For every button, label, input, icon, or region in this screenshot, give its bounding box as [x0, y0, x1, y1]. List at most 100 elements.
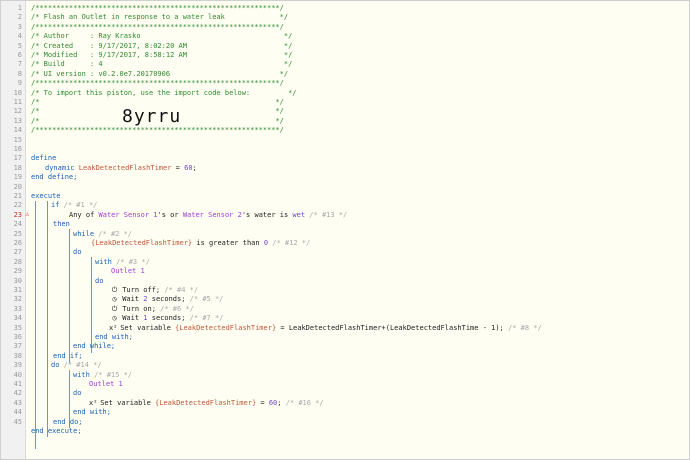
turn-on-command[interactable]: ⏻ Turn on; /* #6 */	[111, 305, 194, 314]
line-number: 45	[13, 417, 22, 426]
while-condition[interactable]: {LeakDetectedFlashTimer} is greater than…	[91, 239, 310, 248]
piston-code-viewer: 1 2 3 4 5 6 7 8 9 10 11 12 13 14 15 16 17 18 19 20 21 22 23 24 2…	[0, 0, 690, 460]
variable-icon: x²	[89, 398, 98, 407]
execute-keyword[interactable]: execute	[31, 192, 61, 201]
line-number: 20	[13, 182, 22, 191]
end-if-keyword[interactable]: end if;	[53, 352, 83, 361]
line-number: 14	[13, 126, 22, 135]
if-condition[interactable]: Any of Water Sensor 1's or Water Sensor …	[69, 211, 347, 220]
line-number: 25	[13, 229, 22, 238]
line-number: 5	[17, 41, 22, 50]
line-number: 3	[17, 22, 22, 31]
do-keyword[interactable]: do	[73, 248, 81, 257]
line-number: 30	[13, 276, 22, 285]
header-border: /***************************************…	[31, 79, 284, 88]
line-number: 29	[13, 267, 22, 276]
line-number: 38	[13, 351, 22, 360]
line-number: 26	[13, 239, 22, 247]
line-number: 13	[13, 116, 22, 125]
line-number: 6	[17, 51, 22, 59]
device-outlet[interactable]: Outlet 1	[89, 380, 123, 389]
line-number: 15	[13, 135, 22, 144]
line-number-gutter: 1 2 3 4 5 6 7 8 9 10 11 12 13 14 15 16 17 18 19 20 21 22 23 24 2…	[1, 1, 26, 459]
line-number: 36	[13, 333, 22, 341]
line-number: 17	[13, 154, 22, 163]
line-number: 19	[13, 173, 22, 182]
clock-icon: ◷	[112, 295, 117, 304]
while-block-bar	[69, 229, 70, 363]
if-statement[interactable]: if /* #1 */	[51, 201, 97, 210]
end-do-keyword[interactable]: end do;	[53, 418, 83, 427]
line-number: 16	[13, 145, 22, 153]
line-number: 21	[13, 192, 22, 200]
clock-icon: ◷	[112, 314, 117, 323]
line-number: 39	[13, 361, 22, 370]
if-block-bar	[47, 201, 48, 371]
end-while-keyword[interactable]: end while;	[73, 342, 115, 351]
header-border: /***************************************…	[31, 126, 284, 135]
end-with-keyword[interactable]: end with;	[73, 408, 111, 417]
wait-command[interactable]: ◷ Wait 1 seconds; /* #7 */	[111, 314, 223, 323]
line-number: 18	[13, 163, 22, 172]
line-number: 11	[13, 98, 22, 106]
header-created: /* Created : 9/17/2017, 8:02:20 AM */	[31, 41, 293, 50]
line-number: 31	[13, 286, 22, 294]
device-outlet[interactable]: Outlet 1	[111, 267, 145, 276]
line-number: 22	[13, 201, 22, 210]
line-number: 23	[13, 210, 22, 219]
line-number: 35	[13, 323, 22, 332]
import-code[interactable]: 8yrru	[122, 106, 181, 127]
line-number: 40	[13, 370, 22, 379]
power-icon: ⏻	[111, 304, 118, 313]
set-variable-command[interactable]: x² Set variable {LeakDetectedFlashTimer}…	[89, 399, 324, 408]
line-number: 12	[13, 107, 22, 116]
line-number: 42	[13, 389, 22, 398]
line-number: 1	[17, 4, 22, 12]
do-keyword[interactable]: do	[73, 389, 81, 398]
do-block-bar	[47, 361, 48, 437]
while-statement[interactable]: while /* #2 */	[73, 230, 132, 239]
end-define-keyword[interactable]: end define;	[31, 173, 77, 182]
line-number: 37	[13, 342, 22, 351]
set-variable-command[interactable]: x² Set variable {LeakDetectedFlashTimer}…	[109, 324, 542, 333]
variable-icon: x²	[109, 323, 118, 332]
line-number: 43	[13, 398, 22, 407]
header-modified: /* Modified : 9/17/2017, 8:58:12 AM */	[31, 51, 293, 59]
turn-off-command[interactable]: ⏻ Turn off; /* #4 */	[111, 286, 198, 295]
wait-command[interactable]: ◷ Wait 2 seconds; /* #5 */	[111, 295, 223, 304]
line-number: 33	[13, 304, 22, 313]
line-number: 9	[17, 79, 22, 88]
code-area: /***************************************…	[31, 1, 686, 459]
variable-declaration[interactable]: dynamic LeakDetectedFlashTimer = 60;	[45, 164, 197, 173]
line-number: 7	[17, 60, 22, 69]
power-icon: ⏻	[111, 286, 118, 294]
header-title: /* Flash an Outlet in response to a wate…	[31, 13, 289, 22]
line-number: 27	[13, 248, 22, 257]
line-number: 8	[17, 69, 22, 78]
execute-block-bar	[35, 201, 36, 449]
header-border: /***************************************…	[31, 4, 284, 12]
header-border: /***************************************…	[31, 22, 284, 31]
with-statement[interactable]: with /* #3 */	[95, 258, 150, 267]
warning-icon: ⚠	[25, 210, 30, 218]
header-import-text: /* To import this piston, use the import…	[31, 88, 297, 97]
line-number: 24	[13, 220, 22, 229]
do-block[interactable]: do /* #14 */	[51, 361, 102, 370]
then-keyword[interactable]: then	[53, 220, 70, 229]
line-number: 41	[13, 380, 22, 388]
line-number: 10	[13, 88, 22, 97]
define-keyword[interactable]: define	[31, 154, 56, 163]
end-with-keyword[interactable]: end with;	[95, 333, 133, 342]
line-number: 4	[17, 32, 22, 41]
end-execute-keyword[interactable]: end execute;	[31, 427, 82, 436]
with-block-bar	[91, 257, 92, 353]
line-number: 44	[13, 408, 22, 417]
header-ui-version: /* UI version : v0.2.0e7.20170906 */	[31, 69, 289, 78]
do-keyword[interactable]: do	[95, 277, 103, 286]
header-author: /* Author : Ray Krasko */	[31, 32, 293, 41]
line-number: 32	[13, 295, 22, 304]
line-number: 2	[17, 13, 22, 22]
with-statement[interactable]: with /* #15 */	[73, 371, 132, 380]
line-number: 34	[13, 314, 22, 323]
line-number: 28	[13, 257, 22, 266]
